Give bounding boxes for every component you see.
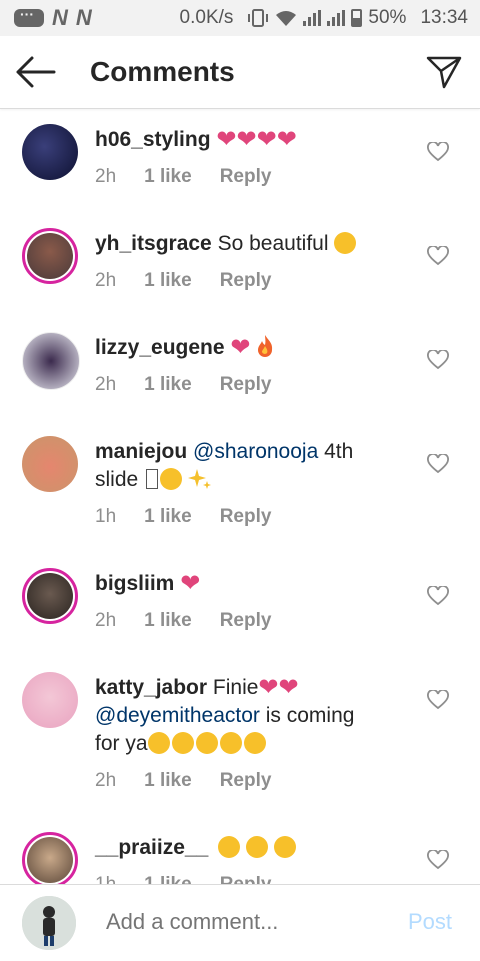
avatar[interactable] <box>22 228 78 284</box>
like-count-link[interactable]: 1 like <box>144 874 192 884</box>
status-bar: N N 0.0K/s 50% 13:34 <box>0 0 480 36</box>
avatar[interactable] <box>22 568 78 624</box>
emoji-rolling-laughing <box>219 732 242 754</box>
emoji-heart-eyes <box>160 468 183 490</box>
like-count-link[interactable]: 1 like <box>144 374 192 396</box>
reply-button[interactable]: Reply <box>220 166 272 188</box>
comment-meta: 2h 1 like Reply <box>95 770 271 792</box>
comment-time: 2h <box>95 374 117 395</box>
heart-outline-icon[interactable] <box>427 690 449 710</box>
network-speed: 0.0K/s <box>179 7 234 28</box>
comment-meta: 2h 1 like Reply <box>95 270 271 292</box>
network-n-icon: N <box>75 5 92 30</box>
comment-time: 1h <box>95 506 117 527</box>
comment-input[interactable] <box>106 909 396 935</box>
avatar[interactable] <box>22 124 78 180</box>
current-user-avatar <box>22 896 76 950</box>
comment-username[interactable]: bigsliim <box>95 572 174 595</box>
emoji-heart: ❤ <box>276 126 297 153</box>
like-count-link[interactable]: 1 like <box>144 270 192 292</box>
emoji-rolling-laughing <box>147 732 170 754</box>
comment-meta: 1h 1 like Reply <box>95 874 271 884</box>
comment-text: for ya <box>95 732 148 755</box>
back-arrow-icon[interactable] <box>14 54 58 90</box>
reply-button[interactable]: Reply <box>220 506 272 528</box>
emoji-heart: ❤ <box>278 674 299 701</box>
reply-button[interactable]: Reply <box>220 874 272 884</box>
heart-outline-icon[interactable] <box>427 850 449 870</box>
heart-outline-icon[interactable] <box>427 246 449 266</box>
signal-icon <box>303 10 322 26</box>
comment-text: slide <box>95 468 139 491</box>
avatar[interactable] <box>22 672 78 728</box>
like-count-link[interactable]: 1 like <box>144 506 192 528</box>
reply-button[interactable]: Reply <box>220 610 272 632</box>
like-count-link[interactable]: 1 like <box>144 610 192 632</box>
message-notification-icon <box>14 6 44 27</box>
vibrate-icon <box>248 9 269 27</box>
emoji-rolling-laughing <box>243 732 266 754</box>
signal-icon <box>327 10 346 26</box>
comment-meta: 2h 1 like Reply <box>95 610 271 632</box>
heart-outline-icon[interactable] <box>427 350 449 370</box>
comment-meta: 1h 1 like Reply <box>95 506 271 528</box>
battery-icon <box>351 9 363 27</box>
comment-text: 4th <box>318 440 354 463</box>
wifi-icon <box>276 11 297 26</box>
emoji-heart: ❤ <box>230 334 251 361</box>
emoji-heart-eyes <box>334 232 357 254</box>
reply-button[interactable]: Reply <box>220 374 272 396</box>
comment-username[interactable]: katty_jabor <box>95 676 207 699</box>
comment-meta: 2h 1 like Reply <box>95 374 271 396</box>
reply-button[interactable]: Reply <box>220 270 272 292</box>
comment-username[interactable]: lizzy_eugene <box>95 336 225 359</box>
reply-button[interactable]: Reply <box>220 770 272 792</box>
emoji-heart-eyes <box>218 836 241 858</box>
comment-time: 2h <box>95 270 117 291</box>
comment-username[interactable]: maniejou <box>95 440 187 463</box>
heart-outline-icon[interactable] <box>427 142 449 162</box>
page-title: Comments <box>90 56 235 87</box>
heart-outline-icon[interactable] <box>427 586 449 606</box>
comment-time: 2h <box>95 166 117 187</box>
emoji-heart: ❤ <box>180 570 201 597</box>
emoji-heart-eyes <box>274 836 297 858</box>
battery-percent: 50% <box>368 7 407 28</box>
comment-username[interactable]: __praiize__ <box>95 836 208 859</box>
comment-time: 1h <box>95 874 116 884</box>
comment-username[interactable]: yh_itsgrace <box>95 232 212 255</box>
emoji-rolling-laughing <box>171 732 194 754</box>
like-count-link[interactable]: 1 like <box>144 166 192 188</box>
comments-header: Comments <box>0 36 480 109</box>
comment-text: So beautiful <box>217 232 329 255</box>
send-direct-icon[interactable] <box>426 54 462 90</box>
emoji-heart: ❤ <box>216 126 237 153</box>
avatar[interactable] <box>22 436 78 492</box>
emoji-heart: ❤ <box>256 126 277 153</box>
heart-outline-icon[interactable] <box>427 454 449 474</box>
mention-link[interactable]: @deyemitheactor <box>95 704 260 727</box>
clock: 13:34 <box>420 7 468 28</box>
emoji-heart-eyes <box>246 836 269 858</box>
comment-text: Finie <box>212 676 259 699</box>
mention-link[interactable]: @sharonooja <box>193 440 318 463</box>
avatar[interactable] <box>22 832 78 884</box>
comment-time: 2h <box>95 770 117 791</box>
emoji-heart: ❤ <box>258 674 279 701</box>
like-count-link[interactable]: 1 like <box>144 770 192 792</box>
comment-time: 2h <box>95 610 117 631</box>
comment-username[interactable]: h06_styling <box>95 128 211 151</box>
comment-list[interactable]: h06_styling ❤❤❤❤ 2h 1 like Reply yh_itsg… <box>0 110 480 884</box>
network-n-icon: N <box>52 5 68 30</box>
post-button[interactable]: Post <box>408 909 452 935</box>
emoji-sparkles <box>187 469 211 489</box>
comment-text: is coming <box>259 704 355 727</box>
emoji-rolling-laughing <box>195 732 218 754</box>
comment-composer: Post <box>0 884 480 961</box>
missing-glyph <box>146 469 159 489</box>
emoji-heart: ❤ <box>236 126 257 153</box>
avatar[interactable] <box>22 332 80 390</box>
emoji-fire <box>258 335 273 357</box>
comment-meta: 2h 1 like Reply <box>95 166 271 188</box>
